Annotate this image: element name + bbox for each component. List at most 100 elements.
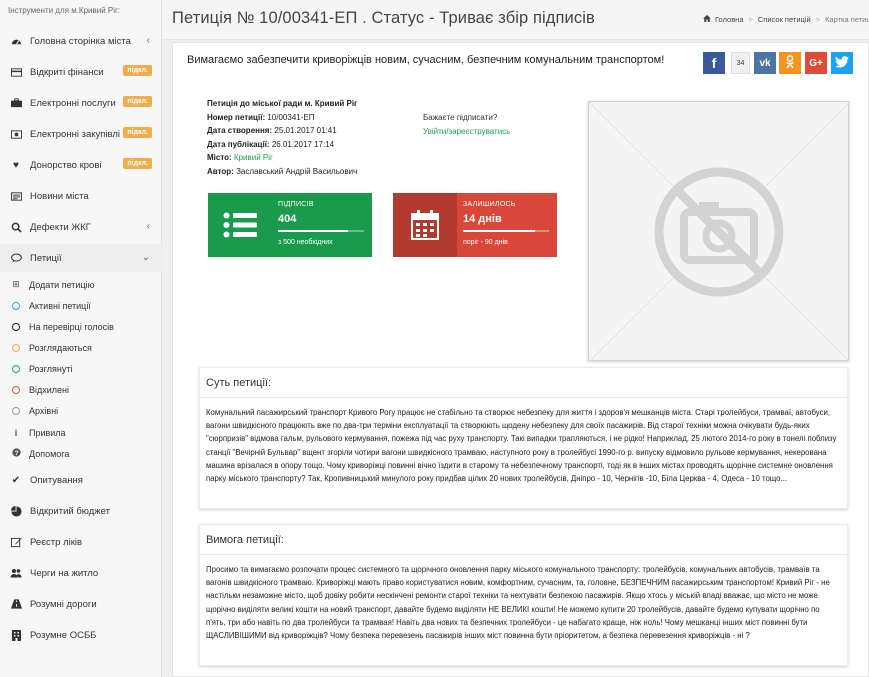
remaining-threshold: поріг - 90 днів xyxy=(463,239,508,246)
remaining-value: 14 днів xyxy=(463,213,502,225)
submenu-label: Активні петиції xyxy=(29,300,91,311)
circle-icon xyxy=(12,343,20,352)
list-icon xyxy=(208,193,272,257)
sidebar-item-smart-roads[interactable]: Розумні дороги xyxy=(0,590,162,618)
chevron-left-icon: ‹ xyxy=(146,35,150,46)
edit-icon xyxy=(10,536,22,548)
twitter-share-button[interactable] xyxy=(831,52,853,74)
signatures-progress-fill xyxy=(278,230,348,232)
remaining-progress xyxy=(463,230,549,232)
created-value: 25.01.2017 01:41 xyxy=(274,126,337,135)
author-value: Заславський Андрій Васильович xyxy=(236,166,358,176)
published-label: Дата публікації: xyxy=(207,139,270,149)
sidebar-item-open-budget[interactable]: Відкритий бюджет xyxy=(0,497,162,525)
facebook-share-button[interactable]: f xyxy=(703,52,725,74)
briefcase-icon xyxy=(10,97,22,109)
sidebar-item-medicine-registry[interactable]: Реєстр ліків xyxy=(0,528,162,556)
login-register-link[interactable]: Увійти/зареєструватись xyxy=(423,125,510,139)
connect-badge[interactable]: підкл. xyxy=(123,127,152,138)
remaining-progress-fill xyxy=(463,230,536,232)
calendar-icon xyxy=(393,193,457,257)
signatures-label: ПІДПИСІВ xyxy=(278,201,314,208)
circle-icon xyxy=(12,406,20,415)
sidebar-item-petitions[interactable]: Петиції ⌄ xyxy=(0,244,162,272)
sidebar-item-e-services[interactable]: Електронні послуги підкл. xyxy=(0,89,162,117)
submenu-under-review[interactable]: Розглядаються xyxy=(0,337,162,358)
submenu-vote-check[interactable]: На перевірці голосів xyxy=(0,316,162,337)
connect-badge[interactable]: підкл. xyxy=(123,96,152,107)
author-label: Автор: xyxy=(207,166,234,176)
signatures-progress xyxy=(278,230,364,232)
remaining-label: ЗАЛИШИЛОСЬ xyxy=(463,201,516,208)
no-photo-icon xyxy=(654,167,784,297)
signatures-stat: ПІДПИСІВ 404 з 500 необхідних xyxy=(208,193,372,257)
breadcrumb-home[interactable]: Головна xyxy=(715,15,744,24)
connect-badge[interactable]: підкл. xyxy=(123,158,152,169)
sidebar-item-label: Розумні дороги xyxy=(30,598,97,610)
svg-text:?: ? xyxy=(15,450,19,457)
chevron-down-icon: ⌄ xyxy=(141,252,150,263)
sidebar-item-housing-queue[interactable]: Черги на житло xyxy=(0,559,162,587)
petition-photo-placeholder xyxy=(588,101,851,363)
sidebar-item-surveys[interactable]: ✔ Опитування xyxy=(0,466,162,494)
submenu-reviewed[interactable]: Розглянуті xyxy=(0,358,162,379)
submenu-label: Відхилені xyxy=(29,384,70,395)
petition-demand-section: Вимога петиції: Просимо та вимагаємо роз… xyxy=(199,524,848,666)
sidebar-item-smart-osbb[interactable]: Розумне ОСББ xyxy=(0,621,162,649)
sidebar-item-news[interactable]: Новини міста xyxy=(0,182,162,210)
sidebar-item-label: Головна сторінка міста xyxy=(30,35,131,47)
twitter-icon xyxy=(835,55,849,71)
number-label: Номер петиції: xyxy=(207,112,266,122)
submenu-rejected[interactable]: Відхилені xyxy=(0,379,162,400)
submenu-label: На перевірці голосів xyxy=(29,321,114,332)
sidebar-item-finances[interactable]: Відкриті фінанси підкл. xyxy=(0,58,162,86)
remaining-stat: ЗАЛИШИЛОСЬ 14 днів поріг - 90 днів xyxy=(393,193,557,257)
odnoklassniki-share-button[interactable] xyxy=(779,52,801,74)
sidebar-item-label: Опитування xyxy=(30,474,83,486)
credit-card-icon xyxy=(10,66,22,78)
page-header: Петиція № 10/00341-ЕП . Статус - Триває … xyxy=(162,0,869,40)
home-icon xyxy=(703,15,711,24)
sign-block: Бажаєте підписати? Увійти/зареєструватис… xyxy=(423,111,510,139)
submenu-add-petition[interactable]: ⊞ Додати петицію xyxy=(0,274,162,295)
odnoklassniki-icon xyxy=(785,54,795,72)
newspaper-icon xyxy=(10,190,22,202)
signatures-needed: з 500 необхідних xyxy=(278,239,333,246)
submenu-archived[interactable]: Архівні xyxy=(0,400,162,421)
sidebar-item-label: Електронні послуги xyxy=(30,97,116,109)
comment-icon xyxy=(10,252,22,264)
google-plus-share-button[interactable]: G+ xyxy=(805,52,827,74)
connect-badge[interactable]: підкл. xyxy=(123,65,152,76)
vk-share-button[interactable]: vk xyxy=(754,52,776,74)
chevron-left-icon: ‹ xyxy=(146,221,150,232)
submenu-help[interactable]: ? Допомога xyxy=(0,443,162,464)
sidebar-item-home[interactable]: Головна сторінка міста ‹ xyxy=(0,27,162,55)
breadcrumb-current: Картка петиції xyxy=(825,15,869,24)
breadcrumb: Головна > Список петицій > Картка петиці… xyxy=(703,15,869,24)
sidebar-item-label: Електронні закупівлі xyxy=(30,128,120,140)
submenu-label: Архівні xyxy=(29,405,59,416)
sidebar-item-blood-donation[interactable]: ♥ Донорство крові підкл. xyxy=(0,151,162,179)
sidebar-item-label: Дефекти ЖКГ xyxy=(30,221,91,233)
submenu-label: Допомога xyxy=(29,448,70,459)
essence-title: Суть петиції: xyxy=(200,368,847,398)
petition-headline: Вимагаємо забезпечити криворіжців новим,… xyxy=(187,54,665,66)
pie-chart-icon xyxy=(10,505,22,517)
search-icon xyxy=(10,221,22,233)
sidebar-item-label: Петиції xyxy=(30,252,62,264)
question-icon: ? xyxy=(12,448,21,459)
city-link[interactable]: Кривий Ріг xyxy=(234,153,273,162)
submenu-active-petitions[interactable]: Активні петиції xyxy=(0,295,162,316)
published-value: 26.01.2017 17:14 xyxy=(271,139,335,149)
sidebar-item-utility-defects[interactable]: Дефекти ЖКГ ‹ xyxy=(0,213,162,241)
circle-icon xyxy=(12,385,20,394)
submenu-rules[interactable]: i Привила xyxy=(0,422,162,443)
heartbeat-icon: ♥ xyxy=(13,159,19,171)
city-label: Місто: xyxy=(207,153,232,162)
breadcrumb-petition-list[interactable]: Список петицій xyxy=(758,15,811,24)
sidebar-item-label: Новини міста xyxy=(30,190,89,202)
demand-title: Вимога петиції: xyxy=(200,525,847,555)
submenu-label: Додати петицію xyxy=(29,279,95,290)
demand-text: Просимо та вимагаємо розпочати процес си… xyxy=(206,565,830,641)
sidebar-item-procurement[interactable]: Електронні закупівлі підкл. xyxy=(0,120,162,148)
